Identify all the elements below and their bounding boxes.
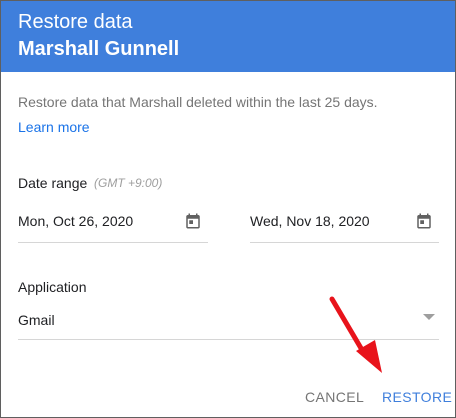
application-selected-value: Gmail: [18, 312, 55, 328]
calendar-icon[interactable]: [415, 212, 433, 230]
dropdown-arrow-icon[interactable]: [423, 314, 435, 320]
start-date-field[interactable]: Mon, Oct 26, 2020: [18, 204, 208, 243]
restore-data-dialog: Restore data Marshall Gunnell Restore da…: [0, 0, 456, 418]
learn-more-link[interactable]: Learn more: [18, 118, 90, 136]
timezone-label: (GMT +9:00): [94, 176, 163, 190]
end-date-value: Wed, Nov 18, 2020: [250, 213, 370, 229]
dialog-header: Restore data Marshall Gunnell: [1, 1, 455, 72]
dialog-title: Restore data: [18, 11, 133, 33]
dialog-description: Restore data that Marshall deleted withi…: [18, 94, 378, 110]
cancel-button[interactable]: CANCEL: [305, 388, 364, 406]
application-select[interactable]: Gmail: [18, 301, 439, 340]
start-date-value: Mon, Oct 26, 2020: [18, 213, 134, 229]
restore-button[interactable]: RESTORE: [382, 388, 452, 406]
end-date-field[interactable]: Wed, Nov 18, 2020: [250, 204, 439, 243]
application-label: Application: [18, 279, 87, 295]
date-range-label: Date range: [18, 175, 88, 191]
dialog-user-name: Marshall Gunnell: [18, 38, 180, 60]
calendar-icon[interactable]: [184, 212, 202, 230]
